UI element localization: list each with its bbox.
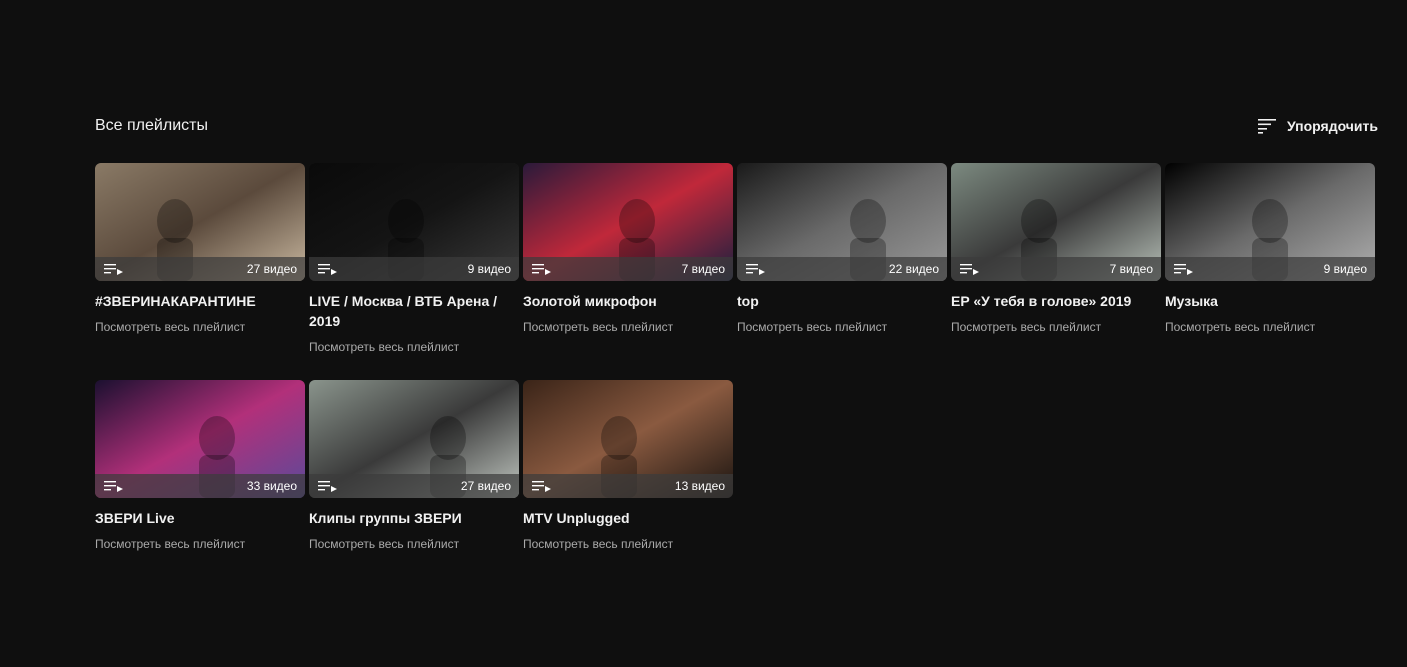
playlist-title[interactable]: Музыка <box>1165 291 1375 311</box>
thumbnail-overlay: 22 видео <box>737 257 947 281</box>
playlist-icon <box>1174 264 1193 275</box>
playlist-icon <box>746 264 765 275</box>
view-full-playlist-link[interactable]: Посмотреть весь плейлист <box>309 537 519 551</box>
playlist-title[interactable]: Клипы группы ЗВЕРИ <box>309 508 519 528</box>
playlist-thumbnail[interactable]: 13 видео <box>523 380 733 498</box>
view-full-playlist-link[interactable]: Посмотреть весь плейлист <box>309 340 519 354</box>
playlist-thumbnail[interactable]: 9 видео <box>1165 163 1375 281</box>
playlist-title[interactable]: EP «У тебя в голове» 2019 <box>951 291 1161 311</box>
playlist-card[interactable]: 27 видео Клипы группы ЗВЕРИ Посмотреть в… <box>309 380 519 597</box>
playlist-title[interactable]: MTV Unplugged <box>523 508 733 528</box>
thumbnail-overlay: 27 видео <box>95 257 305 281</box>
playlist-title[interactable]: Золотой микрофон <box>523 291 733 311</box>
thumbnail-overlay: 9 видео <box>1165 257 1375 281</box>
view-full-playlist-link[interactable]: Посмотреть весь плейлист <box>523 320 733 334</box>
playlist-card[interactable]: 22 видео top Посмотреть весь плейлист <box>737 163 947 380</box>
playlist-icon <box>104 481 123 492</box>
video-count: 9 видео <box>467 262 511 276</box>
video-count: 33 видео <box>246 479 297 493</box>
playlist-thumbnail[interactable]: 33 видео <box>95 380 305 498</box>
thumbnail-overlay: 33 видео <box>95 474 305 498</box>
view-full-playlist-link[interactable]: Посмотреть весь плейлист <box>523 537 733 551</box>
playlist-card[interactable]: 13 видео MTV Unplugged Посмотреть весь п… <box>523 380 733 597</box>
view-full-playlist-link[interactable]: Посмотреть весь плейлист <box>95 320 305 334</box>
playlist-icon <box>318 264 337 275</box>
video-count: 7 видео <box>681 262 725 276</box>
playlist-thumbnail[interactable]: 22 видео <box>737 163 947 281</box>
video-count: 27 видео <box>460 479 511 493</box>
view-full-playlist-link[interactable]: Посмотреть весь плейлист <box>951 320 1161 334</box>
playlist-card[interactable]: 27 видео #ЗВЕРИНАКАРАНТИНЕ Посмотреть ве… <box>95 163 305 380</box>
playlist-icon <box>532 481 551 492</box>
section-title: Все плейлисты <box>95 117 208 134</box>
video-count: 27 видео <box>246 262 297 276</box>
video-count: 7 видео <box>1109 262 1153 276</box>
view-full-playlist-link[interactable]: Посмотреть весь плейлист <box>1165 320 1375 334</box>
playlist-title[interactable]: LIVE / Москва / ВТБ Арена / 2019 <box>309 291 519 331</box>
thumbnail-overlay: 7 видео <box>951 257 1161 281</box>
playlist-card[interactable]: 33 видео ЗВЕРИ Live Посмотреть весь плей… <box>95 380 305 597</box>
view-full-playlist-link[interactable]: Посмотреть весь плейлист <box>737 320 947 334</box>
playlist-icon <box>318 481 337 492</box>
thumbnail-overlay: 7 видео <box>523 257 733 281</box>
playlists-grid: 27 видео #ЗВЕРИНАКАРАНТИНЕ Посмотреть ве… <box>95 163 1385 597</box>
thumbnail-overlay: 13 видео <box>523 474 733 498</box>
sort-icon <box>1257 119 1276 134</box>
playlist-icon <box>104 264 123 275</box>
playlist-title[interactable]: top <box>737 291 947 311</box>
thumbnail-overlay: 27 видео <box>309 474 519 498</box>
playlist-thumbnail[interactable]: 27 видео <box>309 380 519 498</box>
playlist-title[interactable]: ЗВЕРИ Live <box>95 508 305 528</box>
playlists-header: Все плейлисты Упорядочить <box>95 110 1378 142</box>
thumbnail-overlay: 9 видео <box>309 257 519 281</box>
sort-button[interactable]: Упорядочить <box>1257 118 1378 134</box>
video-count: 22 видео <box>888 262 939 276</box>
playlist-thumbnail[interactable]: 27 видео <box>95 163 305 281</box>
playlist-card[interactable]: 7 видео EP «У тебя в голове» 2019 Посмот… <box>951 163 1161 380</box>
playlist-card[interactable]: 9 видео Музыка Посмотреть весь плейлист <box>1165 163 1375 380</box>
playlist-icon <box>960 264 979 275</box>
playlist-card[interactable]: 7 видео Золотой микрофон Посмотреть весь… <box>523 163 733 380</box>
view-full-playlist-link[interactable]: Посмотреть весь плейлист <box>95 537 305 551</box>
video-count: 9 видео <box>1323 262 1367 276</box>
playlist-thumbnail[interactable]: 7 видео <box>951 163 1161 281</box>
sort-label: Упорядочить <box>1286 118 1378 134</box>
playlist-thumbnail[interactable]: 7 видео <box>523 163 733 281</box>
video-count: 13 видео <box>674 479 725 493</box>
playlist-title[interactable]: #ЗВЕРИНАКАРАНТИНЕ <box>95 291 305 311</box>
playlist-card[interactable]: 9 видео LIVE / Москва / ВТБ Арена / 2019… <box>309 163 519 380</box>
playlist-thumbnail[interactable]: 9 видео <box>309 163 519 281</box>
playlist-icon <box>532 264 551 275</box>
